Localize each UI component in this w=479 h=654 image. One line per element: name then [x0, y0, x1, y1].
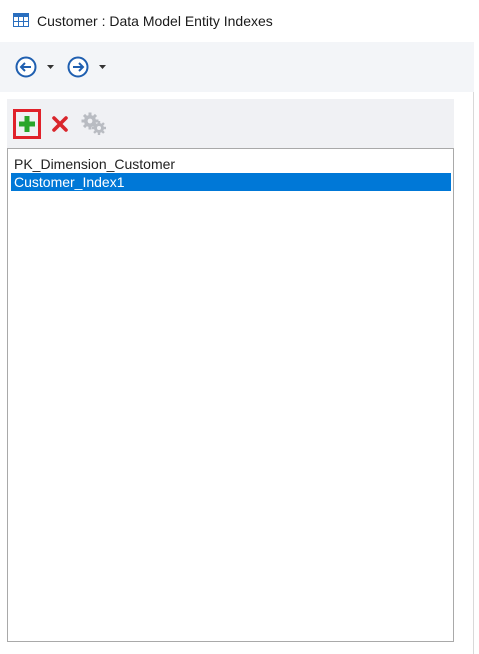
- index-list[interactable]: PK_Dimension_Customer Customer_Index1: [7, 148, 454, 642]
- forward-button[interactable]: [65, 54, 109, 80]
- entity-indexes-window: Customer : Data Model Entity Indexes PK_…: [0, 0, 474, 654]
- index-toolbar: [7, 99, 454, 148]
- delete-index-button[interactable]: [51, 115, 69, 133]
- list-item[interactable]: Customer_Index1: [11, 173, 451, 191]
- table-icon: [13, 13, 29, 27]
- caret-down-icon[interactable]: [99, 65, 106, 69]
- window-title: Customer : Data Model Entity Indexes: [37, 13, 273, 29]
- list-item[interactable]: PK_Dimension_Customer: [11, 155, 451, 173]
- caret-down-icon[interactable]: [47, 65, 54, 69]
- gears-icon: [81, 112, 106, 135]
- plus-icon: [19, 116, 35, 132]
- navigation-bar: [0, 42, 474, 92]
- configure-index-button[interactable]: [80, 111, 108, 137]
- arrow-left-circle-icon: [15, 56, 37, 78]
- title-bar: Customer : Data Model Entity Indexes: [0, 0, 474, 42]
- add-index-button[interactable]: [13, 109, 41, 139]
- back-button[interactable]: [13, 54, 57, 80]
- x-icon: [52, 116, 68, 132]
- arrow-right-circle-icon: [67, 56, 89, 78]
